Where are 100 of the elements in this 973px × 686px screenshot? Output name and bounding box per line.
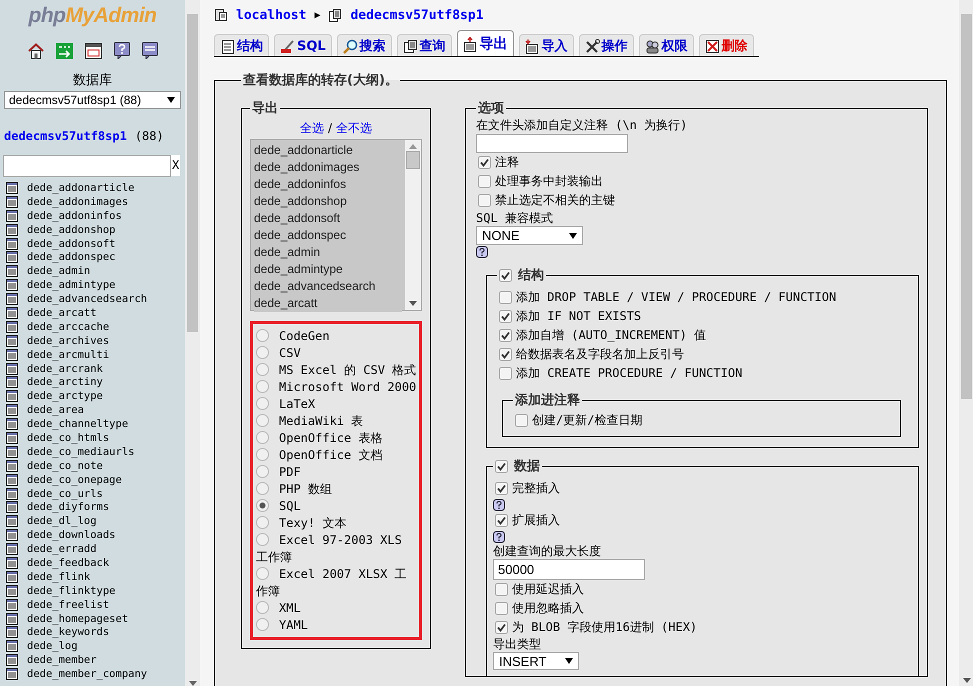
tab[interactable]: 搜索	[336, 34, 392, 56]
format-option[interactable]: PDF	[256, 464, 417, 481]
table-link[interactable]: dede_flink	[27, 570, 90, 583]
tab[interactable]: 权限	[638, 34, 694, 56]
table-link[interactable]: dede_downloads	[27, 529, 116, 542]
table-link[interactable]: dede_arcrank	[27, 362, 103, 375]
checkbox-label[interactable]: 注释	[495, 154, 519, 171]
checkbox-label[interactable]: 添加 DROP TABLE / VIEW / PROCEDURE / FUNCTION	[516, 289, 836, 306]
tab[interactable]: 导入	[518, 34, 574, 56]
table-link[interactable]: dede_member_company	[27, 668, 148, 680]
database-link[interactable]: dedecmsv57utf8sp1	[350, 8, 484, 22]
scroll-thumb[interactable]	[406, 151, 420, 169]
tab[interactable]: SQL	[274, 34, 332, 56]
table-link[interactable]: dede_dl_log	[27, 515, 97, 528]
database-select[interactable]: dedecmsv57utf8sp1 (88)	[4, 91, 181, 109]
scroll-down-icon[interactable]	[409, 301, 417, 306]
checkbox-label[interactable]: 禁止选定不相关的主键	[495, 192, 615, 209]
sql-window-icon[interactable]	[84, 42, 102, 58]
table-link[interactable]: dede_co_mediaurls	[27, 446, 134, 458]
radio-button[interactable]	[256, 516, 269, 529]
table-link[interactable]: dede_addonsoft	[27, 238, 116, 250]
table-link[interactable]: dede_co_urls	[27, 488, 103, 500]
checkbox-label[interactable]: 添加 IF NOT EXISTS	[516, 308, 642, 325]
group-title[interactable]: 数据	[514, 457, 540, 475]
table-link[interactable]: dede_addonshop	[27, 224, 116, 236]
server-link[interactable]: localhost	[236, 8, 306, 22]
checkbox-label[interactable]: 使用延迟插入	[512, 581, 584, 598]
checkbox-label[interactable]: 处理事务中封装输出	[495, 173, 603, 190]
checkbox[interactable]	[499, 268, 512, 282]
tab[interactable]: 删除	[698, 34, 754, 56]
checkbox[interactable]	[495, 482, 508, 495]
radio-button[interactable]	[256, 482, 269, 495]
checkbox[interactable]	[478, 175, 491, 188]
radio-button[interactable]	[256, 499, 269, 512]
checkbox-label[interactable]: 添加 CREATE PROCEDURE / FUNCTION	[516, 365, 742, 382]
format-option[interactable]: CSV	[256, 345, 417, 362]
checkbox[interactable]	[515, 414, 528, 427]
table-link[interactable]: dede_member	[27, 654, 97, 666]
radio-button[interactable]	[256, 380, 269, 393]
table-link[interactable]: dede_addonarticle	[27, 182, 134, 194]
tab[interactable]: 操作	[578, 34, 634, 56]
tab[interactable]: 查询	[396, 34, 452, 56]
radio-button[interactable]	[256, 431, 269, 444]
table-link[interactable]: dede_channeltype	[27, 418, 128, 430]
checkbox[interactable]	[499, 329, 512, 342]
format-option[interactable]: SQL	[256, 498, 417, 515]
table-link[interactable]: dede_arctiny	[27, 376, 103, 388]
format-option[interactable]: CodeGen	[256, 328, 417, 345]
radio-button[interactable]	[256, 414, 269, 427]
format-option[interactable]: Microsoft Word 2000	[256, 379, 417, 396]
table-link[interactable]: dede_arctype	[27, 390, 103, 402]
table-link[interactable]: dede_advancedsearch	[27, 293, 148, 306]
filter-field[interactable]	[3, 155, 171, 177]
checkbox-label[interactable]: 扩展插入	[512, 512, 560, 529]
table-link[interactable]: dede_arcatt	[27, 306, 97, 319]
table-link[interactable]: dede_diyforms	[27, 501, 110, 514]
table-option[interactable]: dede_arcatt	[254, 295, 402, 312]
table-link[interactable]: dede_arccache	[27, 320, 110, 333]
sql-help-icon[interactable]	[142, 42, 158, 59]
scroll-up-icon[interactable]	[409, 144, 417, 149]
select-none-link[interactable]: 全不选	[336, 121, 372, 135]
format-option[interactable]: MS Excel 的 CSV 格式	[256, 362, 417, 379]
scrollbar[interactable]	[185, 0, 200, 686]
checkbox-label[interactable]: 给数据表名及字段名加上反引号	[516, 346, 684, 363]
format-option[interactable]: LaTeX	[256, 396, 417, 413]
table-link[interactable]: dede_co_note	[27, 460, 103, 472]
checkbox[interactable]	[495, 514, 508, 527]
clear-filter-button[interactable]: X	[171, 155, 180, 176]
select-all-link[interactable]: 全选	[300, 121, 324, 135]
table-link[interactable]: dede_addonspec	[27, 251, 116, 264]
checkbox[interactable]	[499, 310, 512, 323]
table-link[interactable]: dede_keywords	[27, 626, 110, 638]
format-option[interactable]: OpenOffice 文档	[256, 447, 417, 464]
format-option[interactable]: OpenOffice 表格	[256, 430, 417, 447]
format-option[interactable]: YAML	[256, 617, 417, 634]
checkbox[interactable]	[499, 367, 512, 380]
table-link[interactable]: dede_arcmulti	[27, 348, 110, 361]
table-link[interactable]: dede_addoninfos	[27, 210, 122, 222]
table-link[interactable]: dede_homepageset	[27, 612, 128, 625]
table-link[interactable]: dede_log	[27, 640, 78, 652]
home-icon[interactable]	[28, 42, 44, 58]
exit-icon[interactable]	[56, 42, 72, 58]
radio-button[interactable]	[256, 346, 269, 359]
format-option[interactable]: MediaWiki 表	[256, 413, 417, 430]
checkbox-label[interactable]: 使用忽略插入	[512, 600, 584, 617]
radio-button[interactable]	[256, 329, 269, 342]
radio-button[interactable]	[256, 397, 269, 410]
help-icon[interactable]	[476, 246, 488, 258]
table-link[interactable]: dede_flinktype	[27, 584, 116, 597]
help-icon[interactable]	[114, 42, 130, 59]
scroll-down-icon[interactable]	[188, 681, 196, 686]
help-icon[interactable]	[493, 498, 505, 510]
format-option[interactable]: PHP 数组	[256, 481, 417, 498]
comment-field[interactable]	[476, 134, 628, 153]
help-icon[interactable]	[493, 530, 505, 542]
radio-button[interactable]	[256, 618, 269, 631]
radio-button[interactable]	[256, 465, 269, 478]
database-link[interactable]: dedecmsv57utf8sp1	[4, 129, 127, 143]
table-link[interactable]: dede_freelist	[27, 598, 110, 611]
tab[interactable]: 结构	[214, 34, 269, 56]
